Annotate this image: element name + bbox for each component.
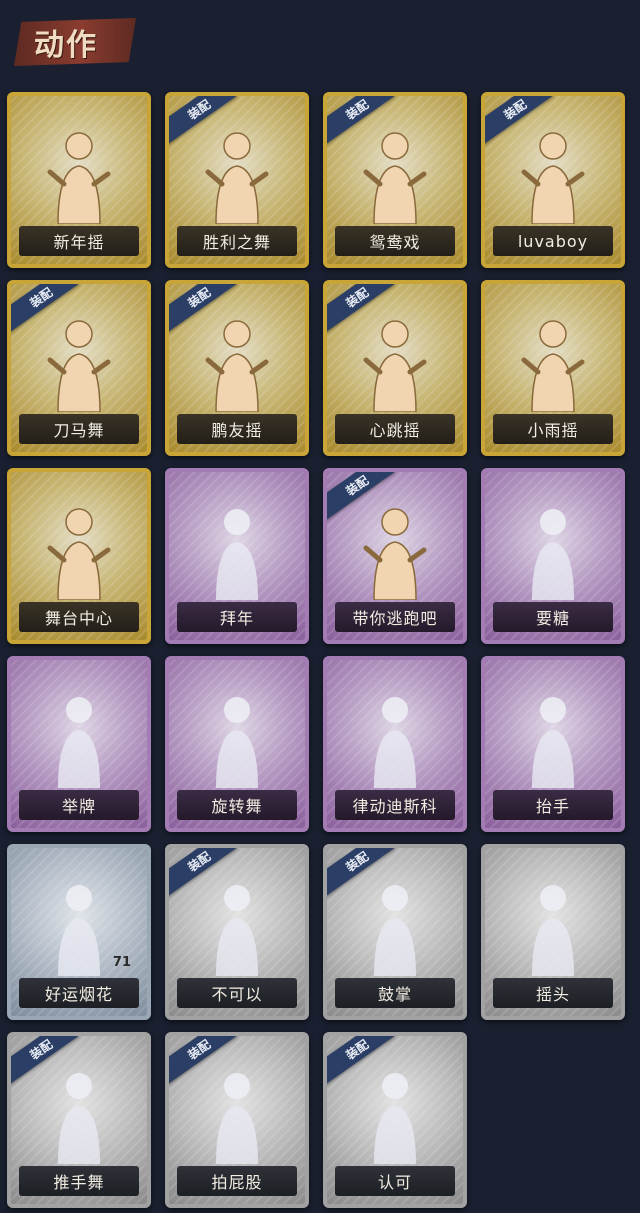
card-label: 鹏友摇 [211, 421, 263, 440]
card-label: 新年摇 [53, 233, 105, 252]
victory-pose-icon [202, 124, 272, 225]
dance-figure-icon [518, 124, 588, 225]
card-label-bar: 要糖 [493, 602, 613, 632]
card-label-bar: 举牌 [19, 790, 139, 820]
emote-card[interactable]: 鼓掌 装配 [323, 844, 467, 1020]
card-label: 拜年 [219, 609, 254, 628]
emote-card[interactable]: 71 好运烟花 [7, 844, 151, 1020]
card-label: 好运烟花 [44, 985, 113, 1004]
card-label-bar: 舞台中心 [19, 602, 139, 632]
card-label: 认可 [377, 1173, 412, 1192]
card-label-bar: 好运烟花 [19, 978, 139, 1008]
card-label: 胜利之舞 [202, 233, 271, 252]
card-label-bar: 鼓掌 [335, 978, 455, 1008]
card-label-bar: 律动迪斯科 [335, 790, 455, 820]
card-label-bar: 旋转舞 [177, 790, 297, 820]
emote-card[interactable]: 鹏友摇 装配 [165, 280, 309, 456]
emote-card[interactable]: 心跳摇 装配 [323, 280, 467, 456]
card-label-bar: 刀马舞 [19, 414, 139, 444]
card-label: luvaboy [517, 231, 589, 251]
emote-card[interactable]: 推手舞 装配 [7, 1032, 151, 1208]
card-label-bar: luvaboy [493, 226, 613, 256]
emote-card[interactable]: 抬手 [481, 656, 625, 832]
card-label-bar: 鹏友摇 [177, 414, 297, 444]
emote-card[interactable]: 刀马舞 装配 [7, 280, 151, 456]
push-dance-icon [44, 1064, 114, 1164]
dance-figure-icon [360, 124, 430, 225]
dance-figure-icon [44, 312, 114, 413]
head-shake-icon [518, 876, 588, 976]
card-label-bar: 推手舞 [19, 1166, 139, 1196]
dance-figure-icon [202, 312, 272, 413]
card-label-bar: 抬手 [493, 790, 613, 820]
emote-card[interactable]: 拍屁股 装配 [165, 1032, 309, 1208]
emote-card[interactable]: 小雨摇 [481, 280, 625, 456]
bow-figure-icon [202, 500, 272, 600]
card-label-bar: 胜利之舞 [177, 226, 297, 256]
reach-figure-icon [518, 500, 588, 600]
card-label: 律动迪斯科 [352, 797, 438, 816]
card-label-bar: 带你逃跑吧 [335, 602, 455, 632]
dance-figure-icon [360, 312, 430, 413]
card-label: 抬手 [535, 797, 570, 816]
raise-hand-icon [518, 688, 588, 788]
emote-card[interactable]: 举牌 [7, 656, 151, 832]
card-label-bar: 小雨摇 [493, 414, 613, 444]
pat-figure-icon [202, 1064, 272, 1164]
dance-figure-icon [44, 124, 114, 225]
emote-card[interactable]: 拜年 [165, 468, 309, 644]
card-label: 旋转舞 [211, 797, 263, 816]
card-label: 摇头 [535, 985, 570, 1004]
card-label-bar: 认可 [335, 1166, 455, 1196]
card-label: 推手舞 [53, 1173, 105, 1192]
disco-figure-icon [360, 688, 430, 788]
card-label: 心跳摇 [369, 421, 421, 440]
card-label: 鼓掌 [377, 985, 412, 1004]
clap-icon [360, 876, 430, 976]
emote-card[interactable]: 新年摇 [7, 92, 151, 268]
card-label: 要糖 [535, 609, 570, 628]
emote-card[interactable]: 要糖 [481, 468, 625, 644]
spin-figure-icon [202, 688, 272, 788]
card-label-bar: 拜年 [177, 602, 297, 632]
card-label: 带你逃跑吧 [352, 609, 438, 628]
firework-icon [44, 876, 114, 976]
thumbs-up-icon [360, 1064, 430, 1164]
card-label-bar: 鸳鸯戏 [335, 226, 455, 256]
emote-card[interactable]: 胜利之舞 装配 [165, 92, 309, 268]
emote-card[interactable]: 带你逃跑吧 装配 [323, 468, 467, 644]
card-label-bar: 不可以 [177, 978, 297, 1008]
dance-figure-icon [44, 500, 114, 601]
dance-figure-icon [360, 500, 430, 601]
emote-card[interactable]: 律动迪斯科 [323, 656, 467, 832]
item-count: 71 [112, 955, 131, 970]
emote-grid: 新年摇 胜利之舞 装配 鸳鸯戏 装配 luvaboy 装配刀马舞 装配 鹏友摇 装配 心跳摇 装配小雨… [0, 0, 640, 1213]
card-label: 不可以 [211, 985, 263, 1004]
emote-card[interactable]: 旋转舞 [165, 656, 309, 832]
card-label: 举牌 [61, 797, 96, 816]
card-label: 小雨摇 [527, 421, 579, 440]
card-label: 拍屁股 [211, 1173, 263, 1192]
sign-figure-icon [44, 688, 114, 788]
card-label-bar: 摇头 [493, 978, 613, 1008]
finger-wag-icon [202, 876, 272, 976]
emote-card[interactable]: 鸳鸯戏 装配 [323, 92, 467, 268]
emote-card[interactable]: 摇头 [481, 844, 625, 1020]
emote-card[interactable]: 舞台中心 [7, 468, 151, 644]
card-label: 舞台中心 [44, 609, 113, 628]
card-label: 刀马舞 [53, 421, 105, 440]
emote-card[interactable]: 认可 装配 [323, 1032, 467, 1208]
card-label-bar: 新年摇 [19, 226, 139, 256]
emote-card[interactable]: 不可以 装配 [165, 844, 309, 1020]
card-label: 鸳鸯戏 [369, 233, 421, 252]
card-label-bar: 心跳摇 [335, 414, 455, 444]
dance-figure-icon [518, 312, 588, 413]
card-label-bar: 拍屁股 [177, 1166, 297, 1196]
emote-card[interactable]: luvaboy 装配 [481, 92, 625, 268]
